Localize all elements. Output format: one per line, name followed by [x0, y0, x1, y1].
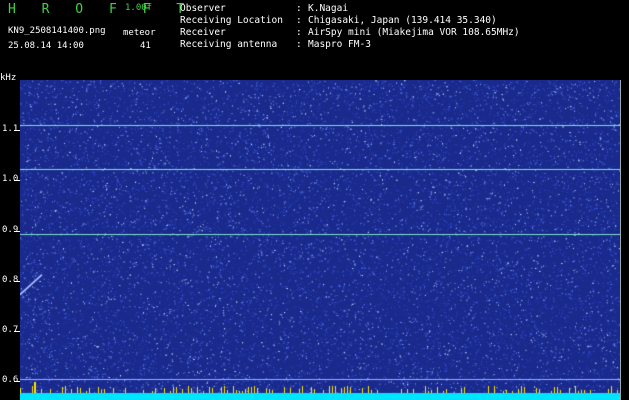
meta-row-location: Receiving Location: Chigasaki, Japan (139…	[180, 15, 497, 26]
meta-value: Chigasaki, Japan (139.414 35.340)	[308, 15, 497, 26]
app-title: H R O F F T	[8, 2, 194, 17]
meta-row-observer: Observer: K.Nagai	[180, 3, 349, 14]
meta-value: AirSpy mini (Miakejima VOR 108.65MHz)	[308, 27, 520, 38]
y-tick-label: 0.8	[2, 275, 19, 285]
meteor-count: 41	[140, 41, 151, 51]
meta-key: Receiving antenna	[180, 39, 278, 50]
meta-value: K.Nagai	[308, 3, 349, 14]
version-label: 1.00f	[125, 3, 153, 13]
meta-key: Observer	[180, 3, 226, 14]
meta-row-receiver: Receiver: AirSpy mini (Miakejima VOR 108.…	[180, 27, 520, 38]
datetime-label: 25.08.14 14:00	[8, 41, 84, 51]
y-tick-label: 1.0	[2, 174, 19, 184]
filename-label: KN9_2508141400.png	[8, 26, 106, 36]
plot-right-border	[620, 80, 621, 400]
spectrogram-plot	[20, 80, 620, 400]
y-tick-label: 0.7	[2, 325, 19, 335]
y-tick-label: 1.1	[2, 124, 19, 134]
y-tick-label: 0.6	[2, 375, 19, 385]
meta-key: Receiving Location	[180, 15, 283, 26]
meta-key: Receiver	[180, 27, 226, 38]
y-axis-unit: kHz	[0, 73, 17, 83]
y-tick-label: 0.9	[2, 225, 19, 235]
meta-value: Maspro FM-3	[308, 39, 371, 50]
meteor-label: meteor	[123, 28, 156, 38]
meta-row-antenna: Receiving antenna: Maspro FM-3	[180, 39, 371, 50]
